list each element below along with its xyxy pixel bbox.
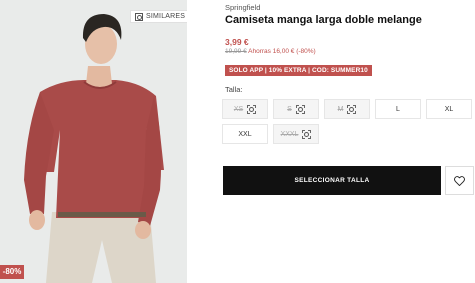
size-xxxl-button[interactable]: XXXL <box>273 124 319 144</box>
size-label-xl: XL <box>444 105 454 113</box>
similares-button[interactable]: SIMILARES <box>130 10 187 23</box>
visual-search-icon <box>135 12 143 21</box>
price-detail: 19,99 € Ahorras 16,00 € (-80%) <box>225 48 316 55</box>
stock-alert-icon <box>347 104 357 114</box>
stock-alert-icon <box>247 104 257 114</box>
heart-icon <box>454 175 465 186</box>
size-xl-button[interactable]: XL <box>426 99 472 119</box>
product-image[interactable]: SIMILARES -80% <box>0 0 187 283</box>
brand-name: Springfield <box>225 3 261 12</box>
similares-label: SIMILARES <box>146 13 186 20</box>
size-l-button[interactable]: L <box>375 99 421 119</box>
saving-text: Ahorras 16,00 € (-80%) <box>248 48 316 55</box>
size-label-s: S <box>287 105 292 113</box>
model-illustration <box>0 0 187 283</box>
size-label-xxxl: XXXL <box>280 130 299 138</box>
select-size-button[interactable]: SELECCIONAR TALLA <box>223 166 441 195</box>
wishlist-button[interactable] <box>445 166 474 195</box>
stock-alert-icon <box>295 104 305 114</box>
current-price: 3,99 € <box>225 37 249 47</box>
size-label-m: M <box>337 105 344 113</box>
size-label-xxl: XXL <box>238 130 252 138</box>
size-m-button[interactable]: M <box>324 99 370 119</box>
product-title: Camiseta manga larga doble melange <box>225 14 422 26</box>
size-label: Talla: <box>225 85 243 94</box>
old-price: 19,99 € <box>225 48 247 55</box>
size-label-xs: XS <box>233 105 244 113</box>
stock-alert-icon <box>302 129 312 139</box>
discount-badge: -80% <box>0 265 24 279</box>
size-xs-button[interactable]: XS <box>222 99 268 119</box>
size-xxl-button[interactable]: XXL <box>222 124 268 144</box>
promo-banner: SOLO APP | 10% EXTRA | COD: SUMMER10 <box>225 65 372 76</box>
size-label-l: L <box>396 105 400 113</box>
size-s-button[interactable]: S <box>273 99 319 119</box>
